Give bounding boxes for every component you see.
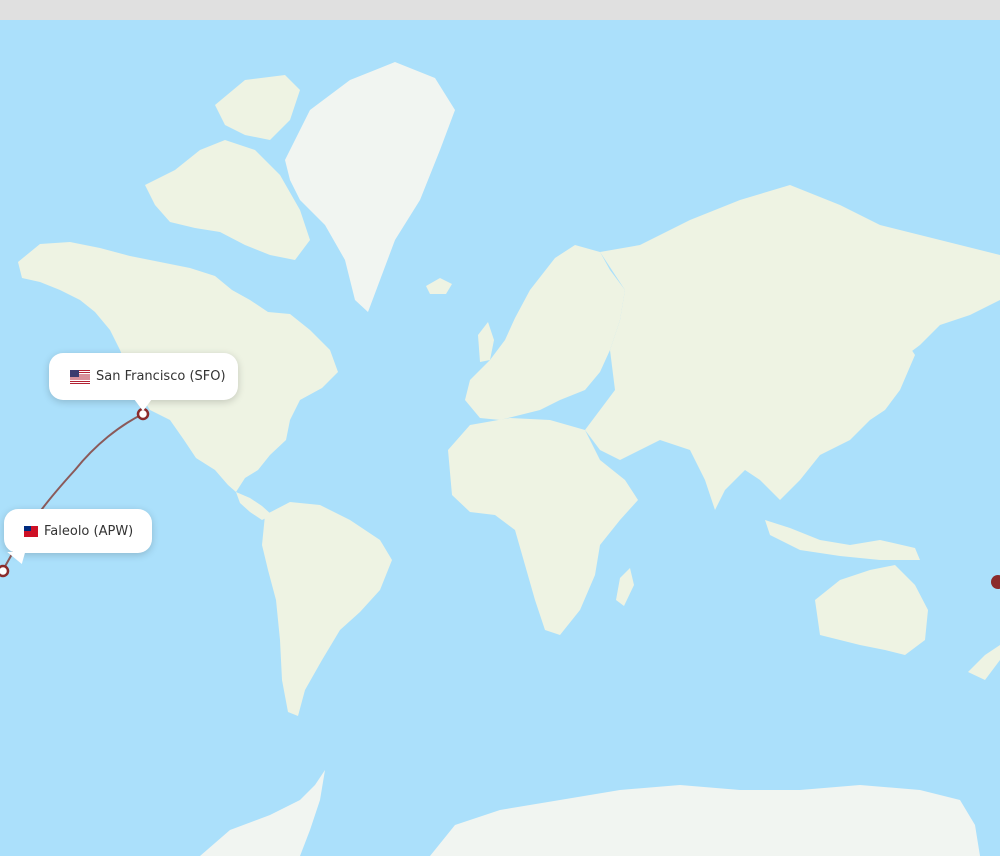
world-map[interactable] — [0, 20, 1000, 856]
origin-callout[interactable]: San Francisco (SFO) — [49, 353, 238, 411]
samoa-flag-icon — [24, 525, 38, 537]
top-bar — [0, 0, 1000, 20]
origin-label: San Francisco (SFO) — [96, 369, 226, 384]
destination-marker-apw[interactable] — [0, 564, 10, 578]
destination-label: Faleolo (APW) — [44, 523, 134, 539]
us-flag-icon — [70, 369, 90, 384]
destination-callout[interactable]: Faleolo (APW) — [4, 509, 152, 553]
